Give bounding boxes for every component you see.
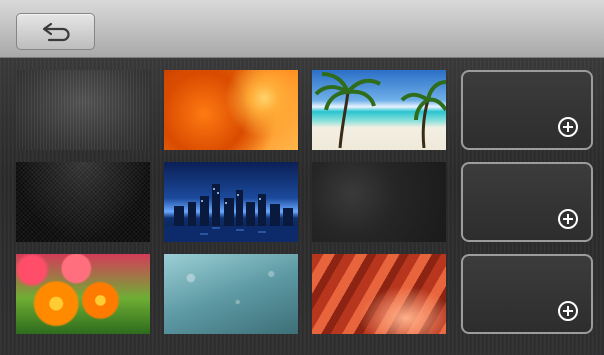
wallpaper-thumbnail[interactable]: [312, 70, 446, 150]
wallpaper-thumbnail[interactable]: [164, 70, 298, 150]
add-wallpaper-slot[interactable]: [461, 162, 593, 242]
add-wallpaper-slot[interactable]: [461, 254, 593, 334]
wallpaper-thumbnail[interactable]: [312, 162, 446, 242]
add-circle-icon: [558, 117, 578, 137]
wallpaper-thumbnail[interactable]: [16, 70, 150, 150]
wallpaper-thumbnail[interactable]: [312, 254, 446, 334]
wallpaper-thumbnail[interactable]: [164, 162, 298, 242]
add-wallpaper-slot[interactable]: [461, 70, 593, 150]
add-circle-icon: [558, 301, 578, 321]
back-arrow-icon: [42, 22, 70, 42]
add-circle-icon: [558, 209, 578, 229]
skyline-graphic: [164, 184, 298, 242]
palm-tree-graphic: [314, 72, 446, 149]
top-bar: [0, 0, 604, 58]
wallpaper-thumbnail[interactable]: [16, 162, 150, 242]
wallpaper-grid: [0, 58, 604, 355]
wallpaper-thumbnail[interactable]: [16, 254, 150, 334]
back-button[interactable]: [16, 13, 95, 50]
wallpaper-thumbnail[interactable]: [164, 254, 298, 334]
